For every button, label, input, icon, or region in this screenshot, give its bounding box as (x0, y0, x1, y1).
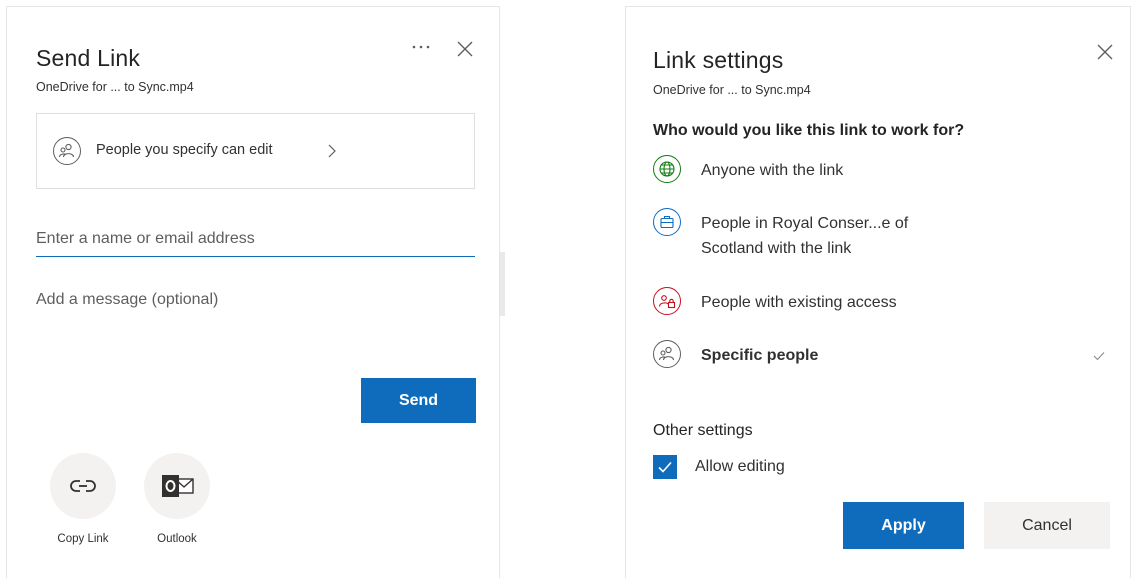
copy-link-label: Copy Link (57, 533, 109, 545)
people-icon (53, 137, 81, 165)
selected-check-icon (1093, 352, 1105, 361)
audience-question: Who would you like this link to work for… (653, 122, 965, 139)
more-options-button[interactable] (411, 39, 431, 57)
people-lock-icon (653, 287, 681, 315)
cancel-button[interactable]: Cancel (984, 502, 1110, 549)
recipient-input[interactable] (36, 221, 475, 257)
globe-icon (653, 155, 681, 183)
people-icon (653, 340, 681, 368)
copy-link-button[interactable]: Copy Link (49, 453, 117, 545)
outlook-label: Outlook (157, 533, 197, 545)
apply-button[interactable]: Apply (843, 502, 964, 549)
allow-editing-label: Allow editing (695, 458, 785, 475)
link-settings-title: Link settings (653, 47, 784, 73)
option-anyone-label: Anyone with the link (701, 162, 844, 179)
link-settings-close-button[interactable] (1096, 43, 1114, 66)
outlook-icon (162, 475, 194, 497)
permission-label: People you specify can edit (96, 142, 273, 158)
link-settings-subtitle: OneDrive for ... to Sync.mp4 (653, 83, 811, 97)
option-specific-people[interactable]: Specific people (653, 340, 1113, 372)
option-organization-line1: People in Royal Conser...e of (701, 215, 909, 232)
allow-editing-checkbox[interactable] (653, 455, 677, 479)
chevron-right-icon (328, 144, 336, 158)
outlook-button[interactable]: Outlook (143, 453, 211, 545)
background-scrollbar[interactable] (500, 252, 505, 316)
link-settings-panel: Link settings OneDrive for ... to Sync.m… (625, 6, 1131, 578)
link-icon (70, 480, 96, 492)
option-existing-access[interactable]: People with existing access (653, 287, 1093, 319)
message-input[interactable] (36, 291, 475, 351)
option-specific-people-label: Specific people (701, 347, 819, 364)
other-settings-heading: Other settings (653, 422, 753, 439)
option-existing-access-label: People with existing access (701, 294, 897, 311)
option-organization-label: People in Royal Conser...e of Scotland w… (701, 211, 908, 261)
option-anyone[interactable]: Anyone with the link (653, 155, 1093, 187)
briefcase-icon (653, 208, 681, 236)
send-button[interactable]: Send (361, 378, 476, 423)
close-icon (457, 41, 473, 57)
option-organization[interactable]: People in Royal Conser...e of Scotland w… (653, 208, 1093, 268)
close-icon (1097, 44, 1113, 60)
checkmark-icon (658, 461, 672, 473)
send-link-close-button[interactable] (456, 40, 474, 63)
ellipsis-icon (412, 45, 430, 49)
send-link-panel: Send Link OneDrive for ... to Sync.mp4 P… (6, 6, 500, 578)
send-link-title: Send Link (36, 45, 141, 71)
option-organization-line2: Scotland with the link (701, 240, 852, 257)
link-permission-selector[interactable]: People you specify can edit (36, 113, 475, 189)
send-link-subtitle: OneDrive for ... to Sync.mp4 (36, 80, 194, 94)
